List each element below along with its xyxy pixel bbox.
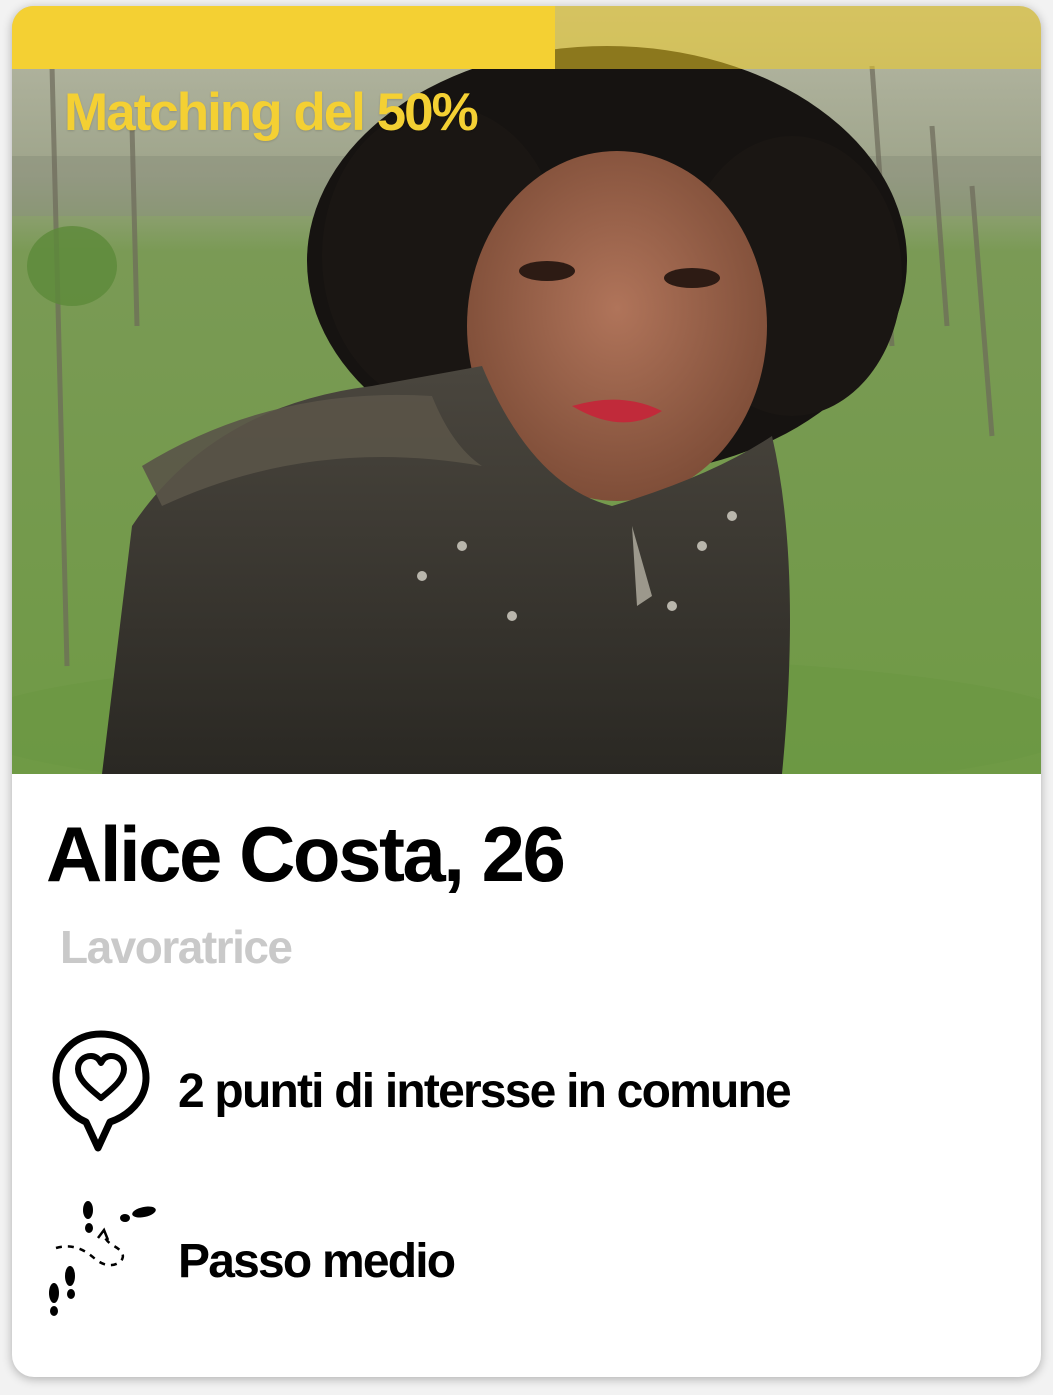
profile-name-age: Alice Costa, 26: [46, 810, 566, 898]
profile-occupation: Lavoratrice: [60, 921, 293, 973]
walking-pace-text: Passo medio: [178, 1234, 456, 1288]
match-progress-track: [12, 6, 1041, 69]
heart-location-pin-icon: [52, 1030, 150, 1152]
common-interests-text: 2 punti di intersse in comune: [178, 1064, 792, 1118]
match-progress-fill: [12, 6, 555, 69]
walking-pace-row: Passo medio: [46, 1198, 456, 1324]
profile-card[interactable]: Matching del 50% Alice Costa, 26 Lavorat…: [12, 6, 1041, 1377]
common-interests-row: 2 punti di intersse in comune: [46, 1028, 792, 1154]
footsteps-icon: [49, 1201, 156, 1316]
match-percentage-label: Matching del 50%: [64, 83, 479, 142]
